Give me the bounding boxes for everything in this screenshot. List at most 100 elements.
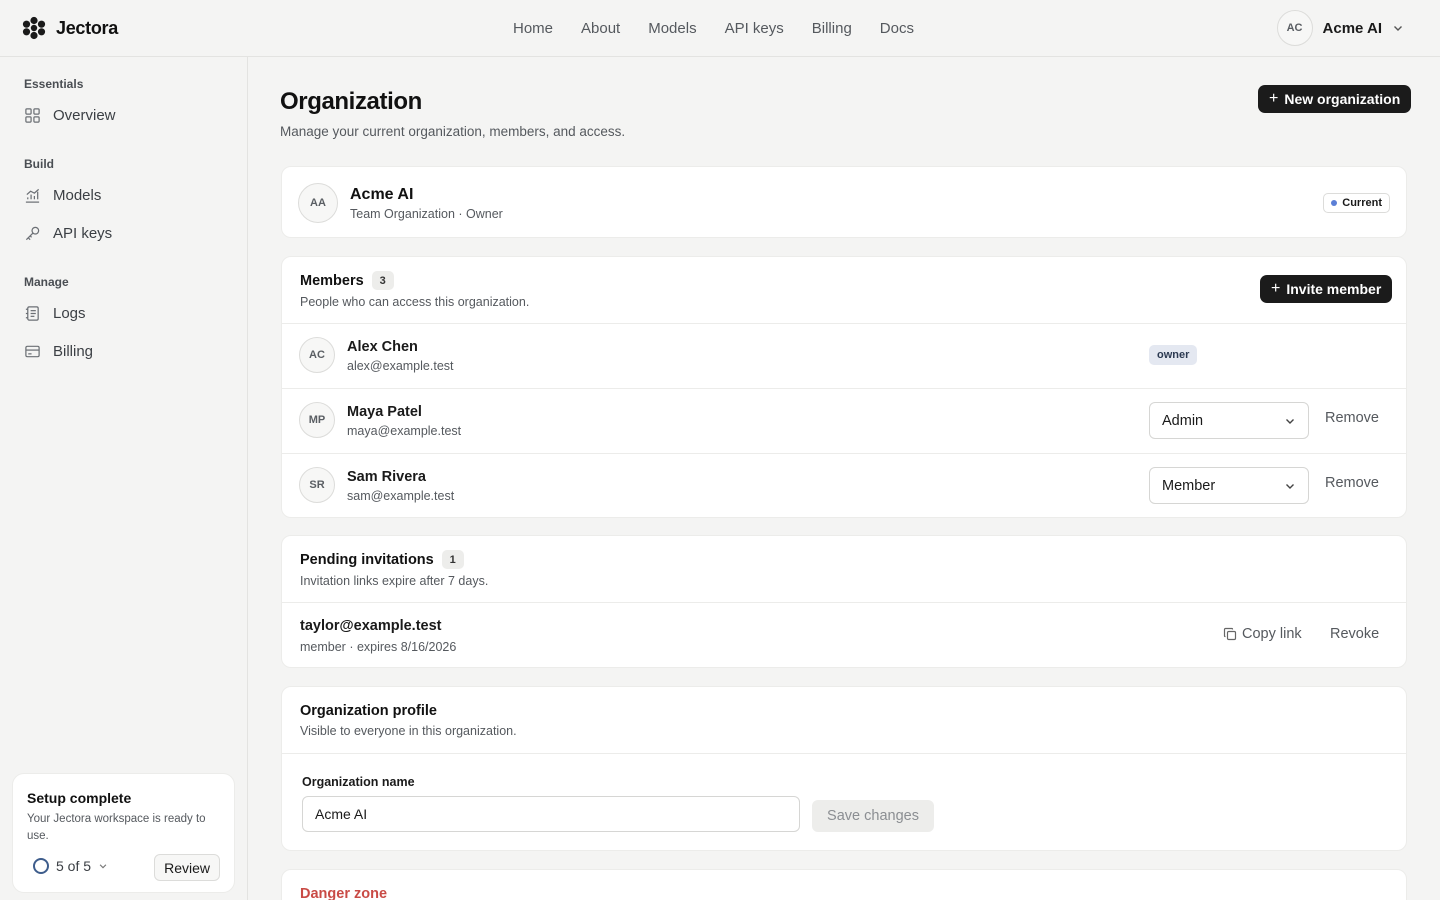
key-icon (25, 226, 40, 240)
nav-about[interactable]: About (567, 20, 634, 37)
member-row: MP Maya Patel maya@example.test Admin Re… (282, 388, 1406, 453)
member-name: Sam Rivera (347, 469, 426, 485)
page-title: Organization (280, 88, 422, 115)
card-icon (25, 345, 40, 357)
member-row: SR Sam Rivera sam@example.test Member Re… (282, 453, 1406, 518)
top-nav: Home About Models API keys Billing Docs (499, 0, 928, 57)
setup-progress-label: 5 of 5 (56, 858, 92, 874)
new-organization-label: New organization (1284, 91, 1401, 107)
plus-icon: + (1271, 280, 1281, 297)
page-subtitle: Manage your current organization, member… (280, 124, 626, 139)
invitations-title: Pending invitations (300, 551, 434, 568)
member-row: AC Alex Chen alex@example.test owner (282, 323, 1406, 388)
invite-member-label: Invite member (1286, 281, 1382, 297)
setup-card: Setup complete Your Jectora workspace is… (12, 773, 235, 893)
org-avatar: AA (298, 183, 338, 223)
brand-name: Jectora (56, 17, 118, 38)
status-dot-icon (1331, 200, 1338, 206)
profile-subtitle: Visible to everyone in this organization… (300, 724, 517, 738)
sidebar-item-label: Overview (53, 106, 116, 124)
member-avatar: AC (299, 337, 335, 373)
nav-docs[interactable]: Docs (866, 20, 928, 37)
account-switcher[interactable]: AC Acme AI (1276, 9, 1404, 47)
setup-description: Your Jectora workspace is ready to use. (27, 813, 206, 842)
member-email: alex@example.test (347, 359, 454, 373)
chevron-down-icon (1394, 26, 1402, 31)
nav-api-keys[interactable]: API keys (711, 20, 798, 37)
divider (282, 602, 1406, 603)
danger-zone-card: Danger zone (281, 869, 1407, 900)
sidebar-item-models[interactable]: Models (24, 183, 101, 207)
brand-logo[interactable]: Jectora (22, 16, 118, 40)
review-button[interactable]: Review (154, 854, 220, 881)
member-avatar: SR (299, 467, 335, 503)
organization-profile-card: Organization profile Visible to everyone… (281, 686, 1407, 851)
invitations-count-badge: 1 (441, 550, 464, 569)
current-org-card: AA Acme AI Team Organization · Owner Cur… (281, 166, 1407, 238)
member-name: Alex Chen (347, 339, 418, 355)
role-select-value: Member (1162, 477, 1216, 494)
account-avatar: AC (1276, 10, 1313, 46)
remove-member-button[interactable]: Remove (1325, 475, 1379, 491)
members-subtitle: People who can access this organization. (300, 295, 530, 309)
current-badge: Current (1323, 193, 1390, 213)
logs-icon (25, 305, 39, 321)
chevron-down-icon (1286, 483, 1294, 489)
sidebar-item-billing[interactable]: Billing (24, 339, 93, 363)
nav-models[interactable]: Models (634, 20, 710, 37)
top-header: Jectora Home About Models API keys Billi… (0, 0, 1440, 57)
sidebar-group-manage: Manage (24, 275, 69, 289)
member-email: maya@example.test (347, 424, 462, 438)
member-email: sam@example.test (347, 489, 455, 503)
setup-title: Setup complete (27, 790, 132, 806)
nav-billing[interactable]: Billing (798, 20, 866, 37)
sidebar-item-logs[interactable]: Logs (24, 301, 86, 325)
sidebar-item-api-keys[interactable]: API keys (24, 221, 112, 245)
invitation-email: taylor@example.test (300, 618, 442, 634)
organization-name-label: Organization name (302, 775, 415, 789)
profile-header: Organization profile Visible to everyone… (300, 703, 517, 738)
pending-invitations-card: Pending invitations 1 Invitation links ex… (281, 535, 1407, 668)
members-card: Members 3 People who can access this orga… (281, 256, 1407, 518)
invitations-header: Pending invitations 1 Invitation links ex… (300, 550, 488, 588)
sidebar-item-label: Billing (53, 342, 94, 360)
members-header: Members 3 People who can access this orga… (300, 271, 529, 309)
nav-home[interactable]: Home (499, 20, 567, 37)
organization-name-input[interactable] (302, 796, 800, 832)
members-count-badge: 3 (371, 271, 394, 290)
grid-icon (25, 107, 40, 123)
sidebar-item-label: API keys (53, 224, 113, 242)
members-title: Members (300, 272, 364, 289)
invite-member-button[interactable]: + Invite member (1260, 275, 1393, 303)
setup-progress[interactable]: 5 of 5 (33, 858, 108, 874)
divider (282, 753, 1406, 754)
org-name: Acme AI (350, 186, 414, 203)
invitations-subtitle: Invitation links expire after 7 days. (300, 574, 489, 588)
chevron-down-icon (99, 864, 107, 869)
role-select[interactable]: Member (1149, 467, 1309, 504)
chart-icon (25, 188, 40, 203)
sidebar-item-label: Models (53, 186, 102, 204)
danger-zone-title: Danger zone (300, 886, 388, 900)
sidebar: Essentials Overview Build Models API key… (0, 57, 248, 900)
invitation-meta: member · expires 8/16/2026 (300, 640, 457, 654)
role-select[interactable]: Admin (1149, 402, 1309, 439)
org-meta: Team Organization · Owner (350, 207, 503, 221)
new-organization-button[interactable]: + New organization (1258, 85, 1412, 113)
member-avatar: MP (299, 402, 335, 438)
copy-icon (1223, 627, 1237, 641)
progress-ring-icon (33, 858, 49, 874)
copy-link-label: Copy link (1242, 626, 1302, 642)
sidebar-item-overview[interactable]: Overview (24, 103, 116, 127)
save-changes-button[interactable]: Save changes (812, 800, 934, 832)
sidebar-group-build: Build (24, 157, 54, 171)
sidebar-group-essentials: Essentials (24, 77, 84, 91)
remove-member-button[interactable]: Remove (1325, 410, 1379, 426)
plus-icon: + (1269, 90, 1279, 107)
copy-link-button[interactable]: Copy link (1223, 626, 1302, 642)
current-badge-label: Current (1342, 197, 1382, 209)
chevron-down-icon (1286, 418, 1294, 424)
logo-icon (22, 16, 46, 40)
profile-title: Organization profile (300, 703, 437, 719)
revoke-invitation-button[interactable]: Revoke (1330, 626, 1379, 642)
